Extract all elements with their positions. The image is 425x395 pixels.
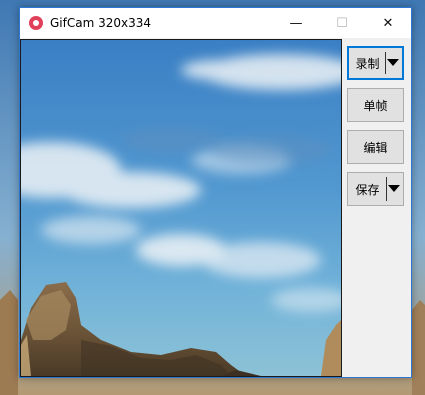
single-frame-button[interactable]: 单帧: [347, 88, 404, 122]
split-divider: [386, 177, 387, 201]
captured-landscape-image: [21, 40, 341, 376]
minimize-icon: —: [289, 15, 303, 31]
record-button[interactable]: 录制: [347, 46, 404, 80]
split-divider: [385, 52, 386, 74]
window-title: GifCam 320x334: [50, 16, 152, 30]
close-icon: ✕: [382, 15, 394, 31]
maximize-button: ☐: [319, 8, 365, 38]
title-bar[interactable]: GifCam 320x334 — ☐ ✕: [20, 8, 411, 38]
minimize-button[interactable]: —: [273, 8, 319, 38]
capture-frame[interactable]: [20, 39, 342, 377]
record-dropdown-arrow-icon[interactable]: [387, 59, 399, 66]
edit-label: 编辑: [363, 140, 388, 155]
single-frame-label: 单帧: [363, 98, 388, 113]
maximize-icon: ☐: [336, 15, 348, 31]
window-controls: — ☐ ✕: [273, 8, 411, 38]
save-button[interactable]: 保存: [347, 172, 404, 206]
gifcam-icon: [29, 16, 43, 30]
close-button[interactable]: ✕: [365, 8, 411, 38]
edit-button[interactable]: 编辑: [347, 130, 404, 164]
control-panel: 录制 单帧 编辑 保存: [347, 46, 407, 214]
save-dropdown-arrow-icon[interactable]: [388, 185, 400, 192]
gifcam-window: GifCam 320x334 — ☐ ✕ 录制 单帧 编辑 保存: [19, 7, 412, 378]
